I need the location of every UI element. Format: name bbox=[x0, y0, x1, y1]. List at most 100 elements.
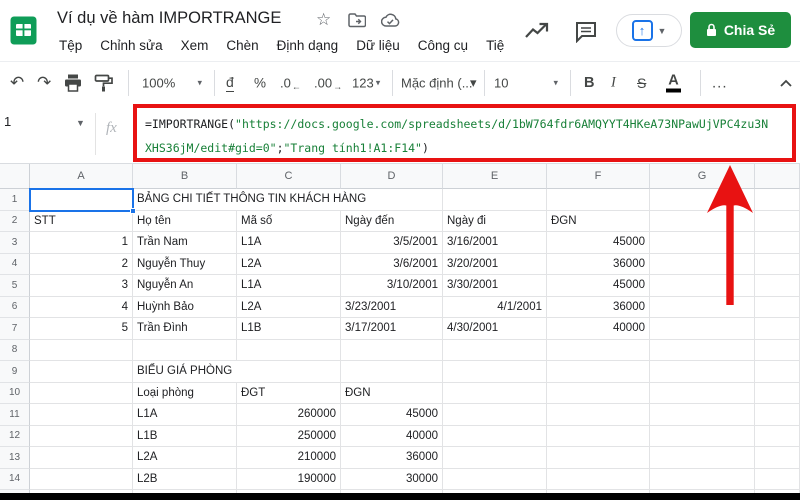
font-select[interactable]: Mặc định (... bbox=[401, 75, 477, 90]
cell-E10[interactable] bbox=[443, 382, 547, 404]
cell-B11[interactable]: L1A bbox=[133, 404, 237, 426]
cell-A12[interactable] bbox=[30, 425, 133, 447]
row-header-5[interactable]: 5 bbox=[0, 275, 30, 297]
number-format-button[interactable]: 123 ▾ bbox=[352, 75, 380, 90]
cell-A4[interactable]: 2 bbox=[30, 253, 133, 275]
cell-F10[interactable] bbox=[547, 382, 650, 404]
cell-F11[interactable] bbox=[547, 404, 650, 426]
cell-C4[interactable]: L2A bbox=[237, 253, 341, 275]
cell-D10[interactable]: ĐGN bbox=[341, 382, 443, 404]
cell-partial7[interactable] bbox=[755, 318, 800, 340]
menu-item-6[interactable]: Công cụ bbox=[409, 38, 477, 59]
cell-partial14[interactable] bbox=[755, 468, 800, 490]
cell-D9[interactable] bbox=[341, 361, 443, 383]
cell-D11[interactable]: 45000 bbox=[341, 404, 443, 426]
cell-D2[interactable]: Ngày đến bbox=[341, 210, 443, 232]
cell-D5[interactable]: 3/10/2001 bbox=[341, 275, 443, 297]
cell-E12[interactable] bbox=[443, 425, 547, 447]
cell-B4[interactable]: Nguyễn Thuy bbox=[133, 253, 237, 275]
cloud-status-icon[interactable] bbox=[381, 13, 400, 28]
cell-B2[interactable]: Họ tên bbox=[133, 210, 237, 232]
cell-A13[interactable] bbox=[30, 447, 133, 469]
row-header-9[interactable]: 9 bbox=[0, 361, 30, 383]
cell-A9[interactable] bbox=[30, 361, 133, 383]
cell-C8[interactable] bbox=[237, 339, 341, 361]
currency-format-button[interactable]: đ bbox=[226, 74, 234, 92]
cell-F14[interactable] bbox=[547, 468, 650, 490]
cell-E9[interactable] bbox=[443, 361, 547, 383]
select-all-corner[interactable] bbox=[0, 164, 30, 189]
menu-item-7[interactable]: Tiệ bbox=[477, 38, 513, 59]
cell-A6[interactable]: 4 bbox=[30, 296, 133, 318]
cell-A5[interactable]: 3 bbox=[30, 275, 133, 297]
col-header-F[interactable]: F bbox=[547, 164, 650, 189]
font-size-select[interactable]: 10 ▾ bbox=[494, 75, 558, 90]
cell-C3[interactable]: L1A bbox=[237, 232, 341, 254]
cell-E7[interactable]: 4/30/2001 bbox=[443, 318, 547, 340]
collapse-toolbar-button[interactable] bbox=[779, 78, 793, 87]
cell-G13[interactable] bbox=[650, 447, 755, 469]
row-header-10[interactable]: 10 bbox=[0, 382, 30, 404]
cell-E4[interactable]: 3/20/2001 bbox=[443, 253, 547, 275]
menu-item-5[interactable]: Dữ liệu bbox=[347, 38, 409, 59]
paint-format-button[interactable] bbox=[94, 73, 114, 92]
cell-C10[interactable]: ĐGT bbox=[237, 382, 341, 404]
strikethrough-button[interactable]: S bbox=[637, 75, 646, 91]
cell-F9[interactable] bbox=[547, 361, 650, 383]
cell-G7[interactable] bbox=[650, 318, 755, 340]
row-header-13[interactable]: 13 bbox=[0, 447, 30, 469]
menu-item-2[interactable]: Xem bbox=[172, 38, 218, 59]
cell-E5[interactable]: 3/30/2001 bbox=[443, 275, 547, 297]
cell-F1[interactable] bbox=[547, 189, 650, 211]
cell-E13[interactable] bbox=[443, 447, 547, 469]
cell-partial8[interactable] bbox=[755, 339, 800, 361]
cell-G14[interactable] bbox=[650, 468, 755, 490]
cell-F13[interactable] bbox=[547, 447, 650, 469]
cell-D14[interactable]: 30000 bbox=[341, 468, 443, 490]
formula-input-highlighted[interactable]: =IMPORTRANGE("https://docs.google.com/sp… bbox=[133, 104, 796, 162]
text-color-button[interactable]: A bbox=[666, 73, 681, 92]
increase-decimal-button[interactable]: .00 → bbox=[314, 75, 342, 92]
redo-button[interactable]: ↷ bbox=[37, 73, 51, 93]
row-header-6[interactable]: 6 bbox=[0, 296, 30, 318]
cell-A7[interactable]: 5 bbox=[30, 318, 133, 340]
cell-E8[interactable] bbox=[443, 339, 547, 361]
decrease-decimal-button[interactable]: .0 ← bbox=[280, 75, 301, 92]
row-header-3[interactable]: 3 bbox=[0, 232, 30, 254]
cell-B12[interactable]: L1B bbox=[133, 425, 237, 447]
chevron-down-icon[interactable]: ▾ bbox=[470, 75, 477, 91]
cell-D13[interactable]: 36000 bbox=[341, 447, 443, 469]
cell-D4[interactable]: 3/6/2001 bbox=[341, 253, 443, 275]
cell-F7[interactable]: 40000 bbox=[547, 318, 650, 340]
cell-C13[interactable]: 210000 bbox=[237, 447, 341, 469]
cell-E3[interactable]: 3/16/2001 bbox=[443, 232, 547, 254]
cell-C11[interactable]: 260000 bbox=[237, 404, 341, 426]
cell-D12[interactable]: 40000 bbox=[341, 425, 443, 447]
insights-icon[interactable] bbox=[524, 21, 550, 41]
cell-B1[interactable]: BẢNG CHI TIẾT THÔNG TIN KHÁCH HÀNG bbox=[133, 189, 443, 211]
col-header-D[interactable]: D bbox=[341, 164, 443, 189]
comment-icon[interactable] bbox=[574, 21, 598, 43]
cell-E6[interactable]: 4/1/2001 bbox=[443, 296, 547, 318]
cell-partial9[interactable] bbox=[755, 361, 800, 383]
zoom-select[interactable]: 100% ▾ bbox=[142, 75, 202, 90]
cell-D7[interactable]: 3/17/2001 bbox=[341, 318, 443, 340]
percent-format-button[interactable]: % bbox=[254, 75, 266, 90]
cell-G12[interactable] bbox=[650, 425, 755, 447]
col-header-C[interactable]: C bbox=[237, 164, 341, 189]
cell-A14[interactable] bbox=[30, 468, 133, 490]
bold-button[interactable]: B bbox=[584, 75, 594, 91]
cell-D3[interactable]: 3/5/2001 bbox=[341, 232, 443, 254]
italic-button[interactable]: I bbox=[611, 74, 616, 91]
cell-B7[interactable]: Trần Đình bbox=[133, 318, 237, 340]
cell-partial10[interactable] bbox=[755, 382, 800, 404]
cell-G10[interactable] bbox=[650, 382, 755, 404]
print-button[interactable] bbox=[63, 73, 83, 92]
cell-A8[interactable] bbox=[30, 339, 133, 361]
menu-item-0[interactable]: Tệp bbox=[50, 38, 91, 59]
star-icon[interactable]: ☆ bbox=[316, 10, 331, 30]
cell-B8[interactable] bbox=[133, 339, 237, 361]
row-header-7[interactable]: 7 bbox=[0, 318, 30, 340]
cell-partial12[interactable] bbox=[755, 425, 800, 447]
document-title[interactable]: Ví dụ về hàm IMPORTRANGE bbox=[57, 9, 281, 28]
